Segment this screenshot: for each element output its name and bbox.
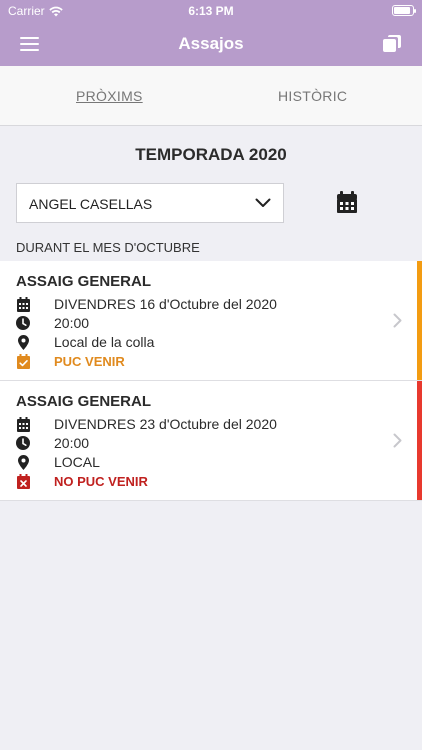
chevron-right-icon [393, 433, 402, 448]
member-select-value: ANGEL CASELLAS [29, 196, 153, 212]
calendar-icon [16, 296, 30, 312]
calendar-check-icon [16, 353, 30, 369]
calendar-icon[interactable] [336, 190, 358, 214]
event-time-row: 20:00 [16, 435, 89, 451]
chevron-down-icon [255, 198, 271, 207]
event-time-row: 20:00 [16, 315, 89, 331]
event-date: DIVENDRES 23 d'Octubre del 2020 [54, 416, 277, 432]
event-status: NO PUC VENIR [54, 473, 148, 489]
event-card[interactable]: ASSAIG GENERAL DIVENDRES 16 d'Octubre de… [0, 261, 422, 381]
member-select[interactable]: ANGEL CASELLAS [16, 183, 284, 223]
status-stripe [417, 381, 422, 500]
status-bar: Carrier 6:13 PM [0, 0, 422, 22]
event-location-row: LOCAL [16, 454, 100, 470]
segment-tabs: PRÒXIMS HISTÒRIC [0, 66, 422, 126]
event-title: ASSAIG GENERAL [16, 273, 152, 290]
chevron-right-icon [393, 313, 402, 328]
event-time: 20:00 [54, 315, 90, 331]
map-pin-icon [16, 454, 30, 470]
event-card[interactable]: ASSAIG GENERAL DIVENDRES 23 d'Octubre de… [0, 381, 422, 501]
event-date: DIVENDRES 16 d'Octubre del 2020 [54, 296, 277, 312]
event-location: LOCAL [54, 454, 100, 470]
calendar-icon [16, 416, 30, 432]
event-status-row: PUC VENIR [16, 353, 125, 369]
event-time: 20:00 [54, 435, 90, 451]
battery-icon [392, 5, 416, 16]
event-date-row: DIVENDRES 16 d'Octubre del 2020 [16, 296, 277, 312]
copy-icon[interactable] [382, 34, 402, 54]
event-title: ASSAIG GENERAL [16, 393, 152, 410]
clock-icon [16, 435, 30, 451]
clock-icon [16, 315, 30, 331]
event-date-row: DIVENDRES 23 d'Octubre del 2020 [16, 416, 277, 432]
tab-proxims[interactable]: PRÒXIMS [76, 88, 143, 104]
page-title: Assajos [178, 34, 244, 53]
event-status: PUC VENIR [54, 353, 125, 369]
map-pin-icon [16, 334, 30, 350]
calendar-x-icon [16, 473, 30, 489]
event-list: ASSAIG GENERAL DIVENDRES 16 d'Octubre de… [0, 261, 422, 501]
season-title: TEMPORADA 2020 [135, 145, 287, 164]
tab-historic[interactable]: HISTÒRIC [278, 88, 347, 104]
nav-bar: Assajos [0, 22, 422, 66]
event-status-row: NO PUC VENIR [16, 473, 148, 489]
month-label: DURANT EL MES D'OCTUBRE [16, 240, 200, 255]
event-location: Local de la colla [54, 334, 155, 350]
clock: 6:13 PM [188, 4, 234, 18]
event-location-row: Local de la colla [16, 334, 154, 350]
status-stripe [417, 261, 422, 380]
